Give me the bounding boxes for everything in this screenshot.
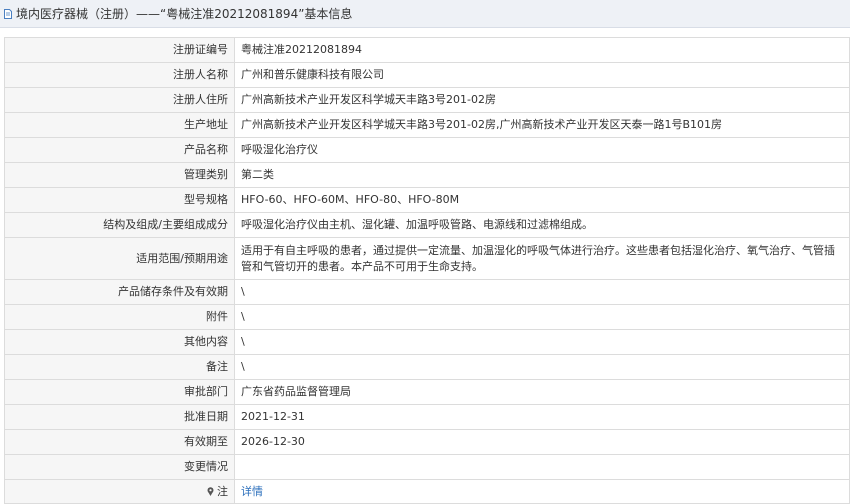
row-value: 2021-12-31 bbox=[234, 404, 850, 430]
row-value: \ bbox=[234, 304, 850, 330]
table-row: 产品储存条件及有效期 \ bbox=[4, 279, 850, 305]
row-label: 结构及组成/主要组成成分 bbox=[4, 212, 235, 238]
table-row: 结构及组成/主要组成成分 呼吸湿化治疗仪由主机、湿化罐、加温呼吸管路、电源线和过… bbox=[4, 212, 850, 238]
table-row: 注册证编号 粤械注准20212081894 bbox=[4, 37, 850, 63]
table-row: 产品名称 呼吸湿化治疗仪 bbox=[4, 137, 850, 163]
table-row: 型号规格 HFO-60、HFO-60M、HFO-80、HFO-80M bbox=[4, 187, 850, 213]
pin-icon bbox=[207, 486, 214, 496]
table-row: 注册人住所 广州高新技术产业开发区科学城天丰路3号201-02房 bbox=[4, 87, 850, 113]
row-label: 管理类别 bbox=[4, 162, 235, 188]
table-row: 审批部门 广东省药品监督管理局 bbox=[4, 379, 850, 405]
row-value: 广州高新技术产业开发区科学城天丰路3号201-02房,广州高新技术产业开发区天泰… bbox=[234, 112, 850, 138]
page-title: 境内医疗器械（注册）——“粤械注准20212081894”基本信息 bbox=[16, 7, 353, 21]
row-value bbox=[234, 454, 850, 480]
row-label: 产品储存条件及有效期 bbox=[4, 279, 235, 305]
table-row: 批准日期 2021-12-31 bbox=[4, 404, 850, 430]
row-label: 其他内容 bbox=[4, 329, 235, 355]
detail-table: 注册证编号 粤械注准20212081894 注册人名称 广州和普乐健康科技有限公… bbox=[4, 37, 850, 504]
table-row: 适用范围/预期用途 适用于有自主呼吸的患者，通过提供一定流量、加温湿化的呼吸气体… bbox=[4, 237, 850, 280]
row-value: 适用于有自主呼吸的患者，通过提供一定流量、加温湿化的呼吸气体进行治疗。这些患者包… bbox=[234, 237, 850, 280]
table-row: 管理类别 第二类 bbox=[4, 162, 850, 188]
row-label: 型号规格 bbox=[4, 187, 235, 213]
row-label: 批准日期 bbox=[4, 404, 235, 430]
row-label: 注册人住所 bbox=[4, 87, 235, 113]
row-value: 2026-12-30 bbox=[234, 429, 850, 455]
table-row: 生产地址 广州高新技术产业开发区科学城天丰路3号201-02房,广州高新技术产业… bbox=[4, 112, 850, 138]
row-label: 有效期至 bbox=[4, 429, 235, 455]
row-value: 详情 bbox=[234, 479, 850, 504]
row-label: 注册证编号 bbox=[4, 37, 235, 63]
row-label: 备注 bbox=[4, 354, 235, 380]
row-value: 粤械注准20212081894 bbox=[234, 37, 850, 63]
table-row: 注册人名称 广州和普乐健康科技有限公司 bbox=[4, 62, 850, 88]
row-label: 产品名称 bbox=[4, 137, 235, 163]
document-icon bbox=[4, 8, 12, 19]
row-value: \ bbox=[234, 329, 850, 355]
row-label: 变更情况 bbox=[4, 454, 235, 480]
row-label: 注册人名称 bbox=[4, 62, 235, 88]
footer-label: 注 bbox=[217, 484, 228, 498]
row-label: 审批部门 bbox=[4, 379, 235, 405]
row-value: HFO-60、HFO-60M、HFO-80、HFO-80M bbox=[234, 187, 850, 213]
row-value: 广东省药品监督管理局 bbox=[234, 379, 850, 405]
row-label: 注 bbox=[4, 479, 235, 504]
row-value: 呼吸湿化治疗仪由主机、湿化罐、加温呼吸管路、电源线和过滤棉组成。 bbox=[234, 212, 850, 238]
row-value: 广州高新技术产业开发区科学城天丰路3号201-02房 bbox=[234, 87, 850, 113]
row-label: 生产地址 bbox=[4, 112, 235, 138]
row-label: 适用范围/预期用途 bbox=[4, 237, 235, 280]
page-header: 境内医疗器械（注册）——“粤械注准20212081894”基本信息 bbox=[0, 0, 850, 28]
row-value: \ bbox=[234, 354, 850, 380]
row-value: 第二类 bbox=[234, 162, 850, 188]
table-row: 其他内容 \ bbox=[4, 329, 850, 355]
row-value: \ bbox=[234, 279, 850, 305]
row-value: 呼吸湿化治疗仪 bbox=[234, 137, 850, 163]
row-value: 广州和普乐健康科技有限公司 bbox=[234, 62, 850, 88]
row-label: 附件 bbox=[4, 304, 235, 330]
detail-link[interactable]: 详情 bbox=[241, 485, 263, 498]
table-row: 变更情况 bbox=[4, 454, 850, 480]
table-row: 附件 \ bbox=[4, 304, 850, 330]
table-row: 有效期至 2026-12-30 bbox=[4, 429, 850, 455]
table-row: 备注 \ bbox=[4, 354, 850, 380]
table-row: 注 详情 bbox=[4, 479, 850, 504]
